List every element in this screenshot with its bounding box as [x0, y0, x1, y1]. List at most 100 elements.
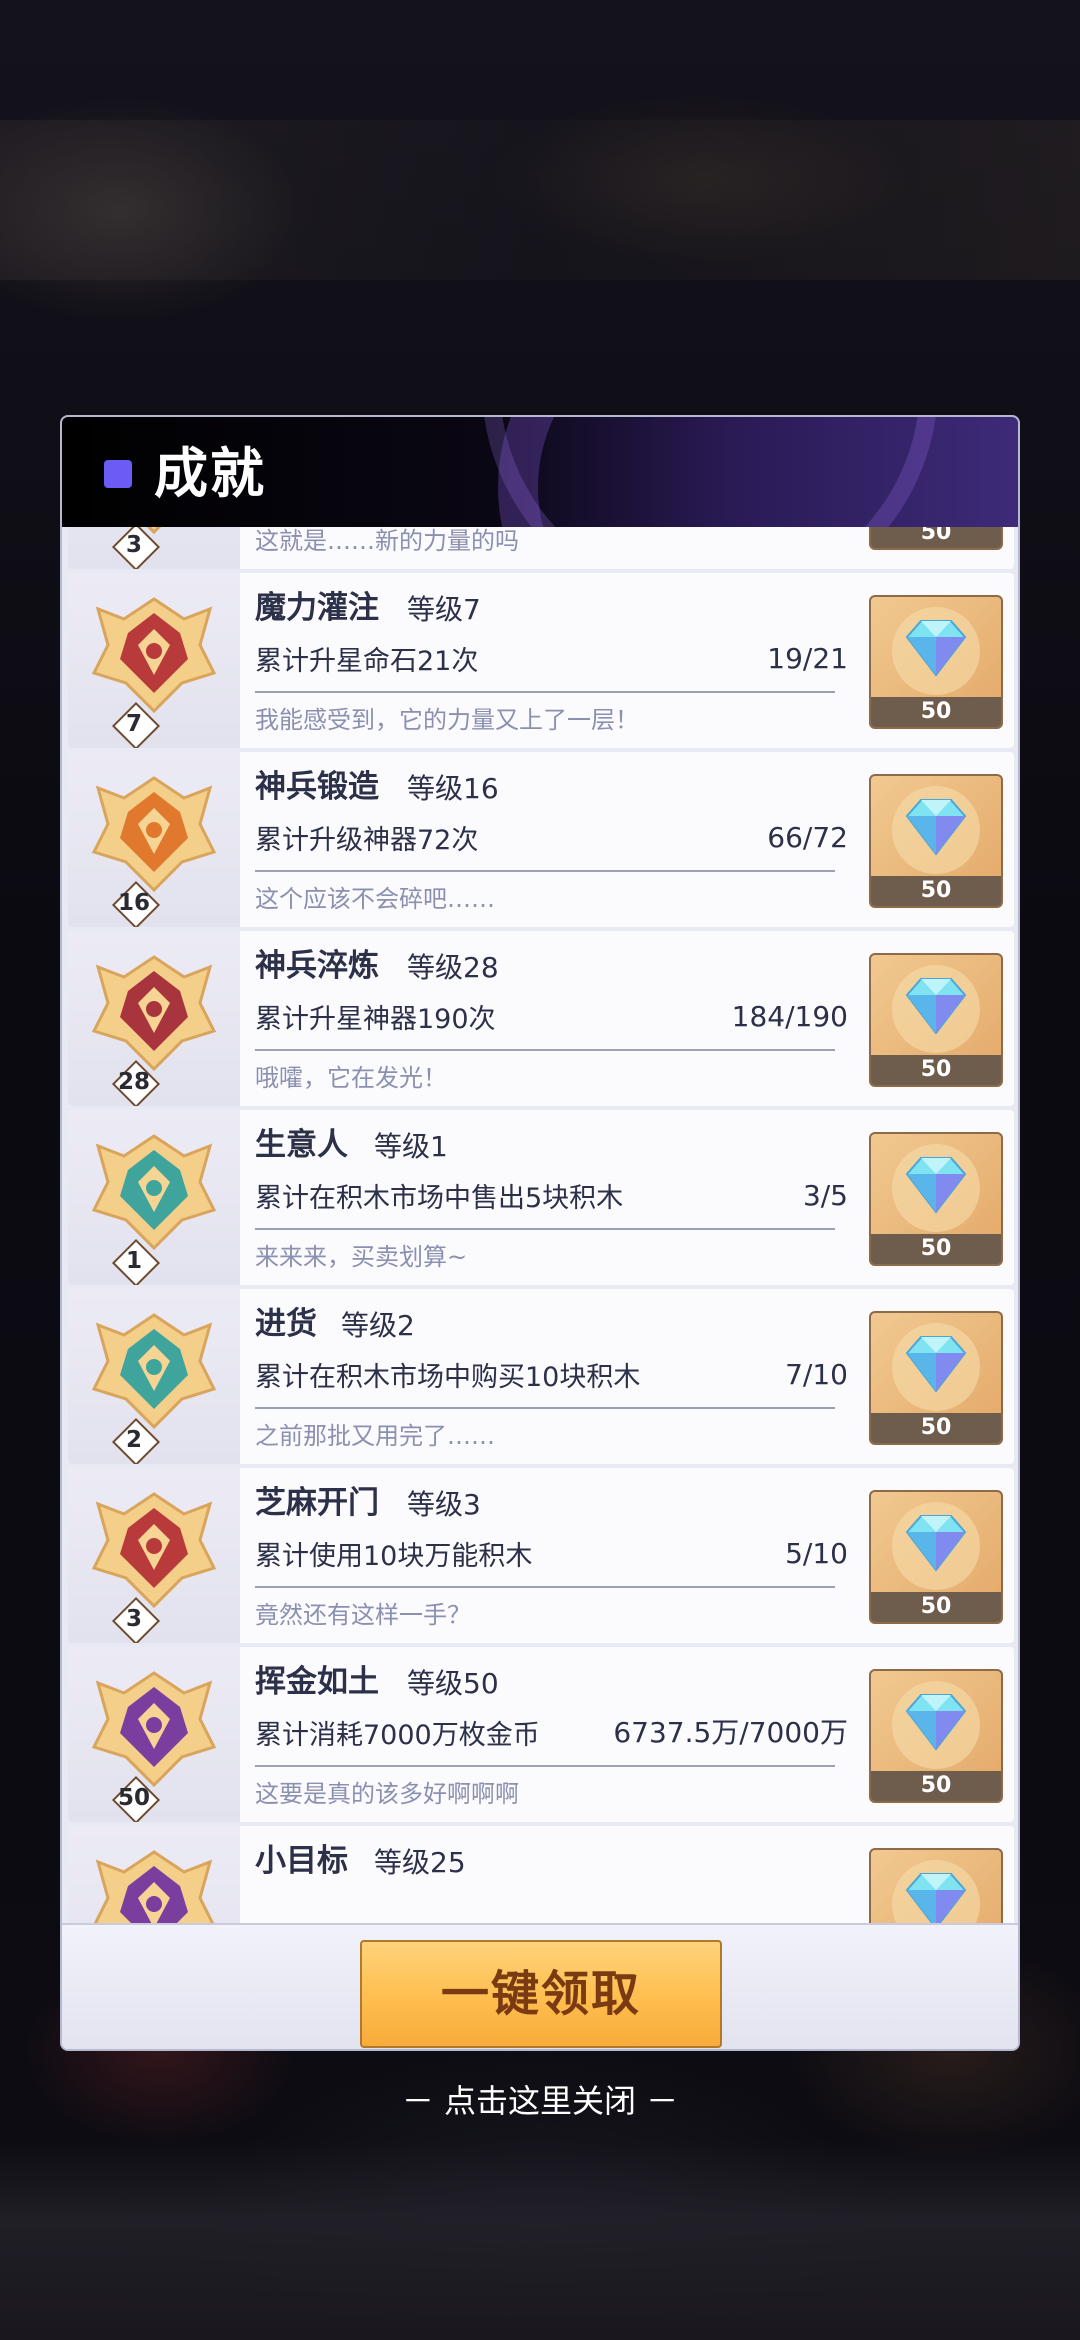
badge-level-number: 1 — [125, 1248, 142, 1274]
reward-item[interactable] — [869, 1848, 1003, 1923]
achievement-list[interactable]: 3 这就是……新的力量的吗 50 7 魔力灌注 等级7 累计升星命石21次 19/21 我能感受… — [62, 527, 1018, 1923]
reward-item[interactable]: 50 — [869, 595, 1003, 729]
achievement-level: 等级50 — [407, 1667, 499, 1700]
badge-level-number: 16 — [117, 890, 150, 916]
badge-level-marker: 3 — [111, 527, 161, 569]
achievement-flavor-text: 之前那批又用完了…… — [255, 1422, 495, 1450]
card-divider — [255, 691, 835, 693]
achievement-card: 7 魔力灌注 等级7 累计升星命石21次 19/21 我能感受到，它的力量又上了一层！ 50 — [68, 573, 1014, 748]
badge-level-marker: 7 — [111, 701, 161, 748]
achievement-level: 等级1 — [374, 1130, 448, 1163]
diamond-gem-icon — [883, 1317, 989, 1413]
reward-count: 50 — [871, 527, 1001, 548]
achievement-badge-icon — [88, 1669, 220, 1789]
diamond-gem-icon — [883, 1496, 989, 1592]
badge-level-marker: 16 — [111, 880, 161, 927]
reward-item[interactable]: 50 — [869, 1311, 1003, 1445]
achievement-badge-icon — [88, 1848, 220, 1923]
achievement-card: 3 芝麻开门 等级3 累计使用10块万能积木 5/10 竟然还有这样一手？ 50 — [68, 1468, 1014, 1643]
achievement-name: 芝麻开门 — [255, 1485, 379, 1521]
achievement-badge-icon — [88, 1490, 220, 1610]
reward-item[interactable]: 50 — [869, 953, 1003, 1087]
reward-count: 50 — [871, 1055, 1001, 1085]
diamond-gem-icon — [883, 1138, 989, 1234]
achievement-progress: 66/72 — [767, 821, 848, 854]
badge-level-number: 2 — [125, 1427, 142, 1453]
badge-panel: 1 — [68, 1110, 240, 1285]
achievement-name: 神兵锻造 — [255, 769, 379, 805]
badge-level-number: 28 — [117, 1069, 150, 1095]
achievement-level: 等级7 — [407, 593, 481, 626]
badge-level-number: 3 — [125, 1606, 142, 1632]
achievement-description: 累计使用10块万能积木 — [255, 1541, 533, 1572]
background-top-bar — [0, 120, 1080, 280]
achievement-flavor-text: 我能感受到，它的力量又上了一层！ — [255, 706, 639, 734]
close-hint[interactable]: － 点击这里关闭 － — [0, 2076, 1080, 2126]
reward-count: 50 — [871, 697, 1001, 727]
badge-level-number: 3 — [125, 532, 142, 558]
reward-count: 50 — [871, 876, 1001, 906]
reward-item[interactable]: 50 — [869, 1669, 1003, 1803]
achievement-description: 累计消耗7000万枚金币 — [255, 1720, 540, 1751]
achievement-flavor-text: 哦嚯，它在发光！ — [255, 1064, 447, 1092]
reward-item[interactable]: 50 — [869, 774, 1003, 908]
achievement-badge-icon — [88, 1311, 220, 1431]
achievement-name: 魔力灌注 — [255, 590, 379, 626]
achievement-name: 神兵淬炼 — [255, 948, 379, 984]
achievement-badge-icon — [88, 953, 220, 1073]
dialog-title: 成就 — [154, 442, 266, 505]
achievement-level: 等级3 — [407, 1488, 481, 1521]
achievement-name: 进货 — [255, 1306, 317, 1342]
card-divider — [255, 1407, 835, 1409]
achievement-flavor-text: 来来来，买卖划算~ — [255, 1243, 468, 1271]
achievement-progress: 3/5 — [802, 1179, 848, 1212]
achievement-flavor-text: 这个应该不会碎吧…… — [255, 885, 495, 913]
achievement-card: 1 生意人 等级1 累计在积木市场中售出5块积木 3/5 来来来，买卖划算~ 50 — [68, 1110, 1014, 1285]
achievement-flavor-text: 这要是真的该多好啊啊啊 — [255, 1780, 519, 1808]
reward-count: 50 — [871, 1413, 1001, 1443]
achievement-flavor-text: 这就是……新的力量的吗 — [255, 527, 519, 555]
achievement-card: 16 神兵锻造 等级16 累计升级神器72次 66/72 这个应该不会碎吧…… 50 — [68, 752, 1014, 927]
achievement-name: 挥金如土 — [255, 1664, 379, 1700]
reward-item[interactable]: 50 — [869, 1490, 1003, 1624]
badge-level-marker: 2 — [111, 1417, 161, 1464]
reward-item[interactable]: 50 — [869, 527, 1003, 550]
achievement-list-content: 3 这就是……新的力量的吗 50 7 魔力灌注 等级7 累计升星命石21次 19/21 我能感受… — [62, 527, 1018, 1923]
card-divider — [255, 1586, 835, 1588]
achievement-name: 小目标 — [255, 1843, 348, 1879]
achievement-dialog: 成就 3 这就是……新的力量的吗 50 7 魔力灌注 等级7 累计升星命石21次 19/21 我… — [62, 417, 1018, 2049]
badge-panel: 3 — [68, 527, 240, 569]
diamond-gem-icon — [883, 601, 989, 697]
reward-count: 50 — [871, 1771, 1001, 1801]
reward-item[interactable]: 50 — [869, 1132, 1003, 1266]
badge-panel: 28 — [68, 931, 240, 1106]
badge-panel: 3 — [68, 1468, 240, 1643]
diamond-gem-icon — [883, 780, 989, 876]
header-decoration — [482, 417, 938, 527]
diamond-gem-icon — [883, 959, 989, 1055]
title-square-icon — [104, 460, 132, 488]
achievement-card: 50 挥金如土 等级50 累计消耗7000万枚金币 6737.5万/7000万这要是真的… — [68, 1647, 1014, 1822]
background-bottom-bar — [0, 2140, 1080, 2340]
achievement-description: 累计升星神器190次 — [255, 1004, 496, 1035]
badge-panel: 7 — [68, 573, 240, 748]
claim-all-button[interactable]: 一键领取 — [360, 1940, 722, 2048]
achievement-badge-icon — [88, 774, 220, 894]
achievement-badge-icon — [88, 595, 220, 715]
achievement-flavor-text: 竟然还有这样一手？ — [255, 1601, 471, 1629]
achievement-level: 等级2 — [341, 1309, 415, 1342]
achievement-progress: 19/21 — [767, 642, 848, 675]
dialog-header: 成就 — [62, 417, 1018, 527]
achievement-card: 2 进货 等级2 累计在积木市场中购买10块积木 7/10 之前那批又用完了…… 50 — [68, 1289, 1014, 1464]
card-divider — [255, 870, 835, 872]
achievement-description: 累计在积木市场中购买10块积木 — [255, 1362, 641, 1393]
achievement-level: 等级28 — [407, 951, 499, 984]
diamond-gem-icon — [883, 1854, 989, 1923]
achievement-level: 等级25 — [374, 1846, 466, 1879]
badge-level-marker: 28 — [111, 1059, 161, 1106]
achievement-progress: 6737.5万/7000万 — [613, 1716, 848, 1749]
card-divider — [255, 1228, 835, 1230]
achievement-card: 小目标 等级25 — [68, 1826, 1014, 1923]
card-divider — [255, 1049, 835, 1051]
achievement-progress: 5/10 — [785, 1537, 848, 1570]
